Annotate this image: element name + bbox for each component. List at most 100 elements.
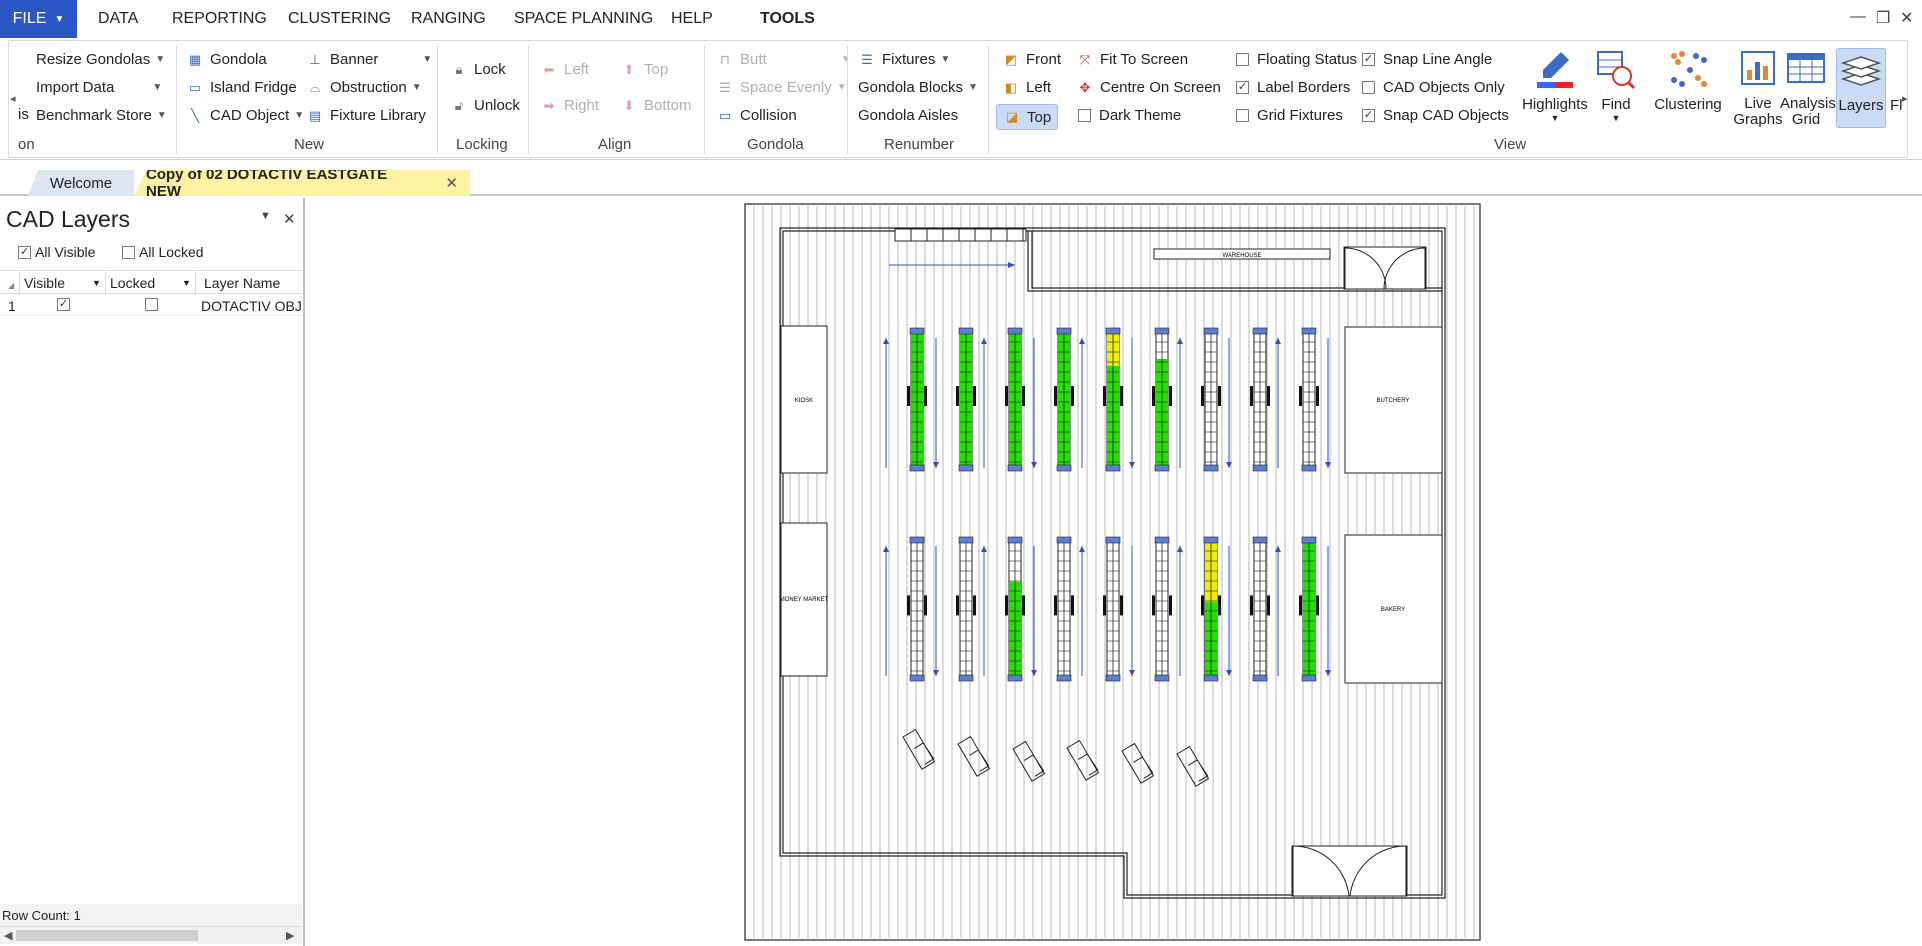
chevron-down-icon: ▼ [836, 82, 847, 93]
close-window-icon[interactable]: ✕ [1900, 8, 1913, 28]
cad-objects-only-checkbox[interactable]: CAD Objects Only [1362, 79, 1505, 96]
label-borders-checkbox[interactable]: ✓ Label Borders [1236, 79, 1350, 96]
lock-label: Lock [474, 61, 506, 78]
panel-title: CAD Layers [6, 206, 130, 232]
gondola-aisles-button[interactable]: Gondola Aisles [858, 107, 958, 124]
row-visible-checkbox[interactable]: ✓ [57, 298, 70, 311]
align-right-label: Right [564, 97, 600, 114]
all-visible-checkbox[interactable]: ✓ All Visible [18, 244, 95, 260]
floating-status-checkbox[interactable]: Floating Status [1236, 51, 1357, 68]
island-fridge-button[interactable]: ▭ Island Fridge [186, 79, 297, 96]
close-tab-icon[interactable]: ✕ [445, 174, 458, 192]
scroll-left-icon[interactable]: ◀ [4, 929, 12, 942]
dark-theme-checkbox[interactable]: Dark Theme [1078, 107, 1181, 124]
fit-to-screen-button[interactable]: ⤧ Fit To Screen [1076, 51, 1188, 68]
space-evenly-button[interactable]: ☰ Space Evenly ▼ [716, 79, 847, 96]
menu-help[interactable]: HELP [671, 10, 713, 28]
layers-button[interactable]: Layers [1836, 48, 1886, 128]
dark-theme-check-icon [1078, 109, 1091, 122]
align-left-button[interactable]: ⬅ Left [540, 61, 589, 78]
fixture-mark [924, 595, 927, 616]
table-row[interactable]: 1 ✓ DOTACTIV OBJE [0, 294, 302, 316]
gondola-blocks-button[interactable]: Gondola Blocks ▼ [858, 79, 978, 96]
menu-data[interactable]: DATA [98, 10, 138, 28]
obstruction-button[interactable]: ⌓ Obstruction ▼ [306, 79, 422, 96]
ribbon-separator [704, 46, 705, 154]
grid-fixtures-label: Grid Fixtures [1257, 107, 1343, 124]
align-top-button[interactable]: ⬆ Top [620, 61, 669, 78]
scroll-right-icon[interactable]: ▶ [286, 929, 294, 942]
resize-gondolas-button[interactable]: Resize Gondolas ▼ [36, 51, 165, 68]
benchmark-store-button[interactable]: Benchmark Store ▼ [36, 107, 167, 124]
row-locked-checkbox[interactable] [145, 298, 158, 311]
fixture-mark [1005, 386, 1008, 406]
fixture-library-button[interactable]: ▤ Fixture Library [306, 107, 426, 124]
restore-icon[interactable]: ❐ [1876, 8, 1890, 28]
top-view-icon: ◪ [1005, 109, 1019, 124]
fixture-mark [1120, 386, 1123, 406]
view-front-button[interactable]: ◩ Front [998, 51, 1065, 68]
menu-bar: FILE ▼ DATA REPORTING CLUSTERING RANGING … [0, 0, 1922, 38]
view-top-label: Top [1027, 108, 1052, 126]
align-bottom-button[interactable]: ⬇ Bottom [620, 97, 692, 114]
scrollbar-thumb[interactable] [16, 930, 198, 941]
menu-space-planning[interactable]: SPACE PLANNING [514, 10, 653, 28]
obstruction-label: Obstruction [330, 79, 407, 96]
butt-button[interactable]: ⊓ Butt ▼ [716, 51, 851, 68]
renumber-fixtures-label: Fixtures [882, 51, 936, 68]
ribbon-scroll-right-icon[interactable]: ▸ [1902, 92, 1908, 105]
floor-plan-canvas[interactable]: WAREHOUSE KIOSK MONEY MARKET BUTCHERY BA… [307, 198, 1922, 946]
ribbon-scroll-left-icon[interactable]: ◂ [10, 92, 16, 105]
fixture-mark [1316, 386, 1319, 406]
lock-button[interactable]: 🔒︎ Lock [450, 61, 506, 78]
all-visible-label: All Visible [35, 244, 96, 260]
gondola-button[interactable]: ▦ Gondola [186, 51, 267, 68]
column-layer-name[interactable]: Layer Name [196, 271, 302, 295]
fixture-mark [1103, 386, 1106, 406]
banner-button[interactable]: ⊥ Banner ▼ [306, 51, 432, 68]
filter-icon[interactable]: ▼ [92, 278, 101, 288]
view-left-label: Left [1026, 79, 1052, 96]
menu-file[interactable]: FILE ▼ [0, 0, 77, 38]
menu-tools[interactable]: TOOLS [760, 10, 815, 28]
front-view-icon: ◩ [1004, 51, 1018, 67]
gondola [1103, 327, 1123, 472]
collision-button[interactable]: ▭ Collision [716, 107, 797, 124]
fixture-mark [1201, 595, 1204, 616]
column-locked[interactable]: Locked ▼ [106, 271, 196, 295]
analysis-grid-button[interactable]: Analysis Grid [1780, 48, 1836, 128]
tab-document[interactable]: Copy of 02 DOTACTIV EASTGATE NEW ✕ [134, 170, 470, 196]
snap-line-angle-checkbox[interactable]: ✓ Snap Line Angle [1362, 51, 1492, 68]
import-data-button[interactable]: Import Data ▼ [36, 79, 162, 96]
panel-dropdown-icon[interactable]: ▼ [260, 210, 271, 222]
panel-close-icon[interactable]: ✕ [283, 210, 296, 228]
find-button[interactable]: Find ▼ [1594, 48, 1638, 128]
butchery-label: BUTCHERY [1377, 398, 1410, 404]
menu-ranging[interactable]: RANGING [411, 10, 486, 28]
unlock-button[interactable]: 🔓︎ Unlock [450, 97, 520, 114]
live-graphs-button[interactable]: Live Graphs [1730, 48, 1786, 128]
all-locked-checkbox[interactable]: All Locked [122, 244, 204, 260]
menu-reporting[interactable]: REPORTING [172, 10, 267, 28]
clustering-button[interactable]: Clustering [1650, 48, 1726, 128]
renumber-fixtures-button[interactable]: ☰ Fixtures ▼ [858, 51, 950, 68]
grid-fixtures-checkbox[interactable]: Grid Fixtures [1236, 107, 1343, 124]
arrow-head-icon [981, 338, 987, 344]
cad-object-button[interactable]: ╲ CAD Object ▼ [186, 107, 304, 124]
column-visible[interactable]: Visible ▼ [20, 271, 106, 295]
filter-icon[interactable]: ▼ [182, 278, 191, 288]
snap-cad-objects-checkbox[interactable]: ✓ Snap CAD Objects [1362, 107, 1509, 124]
end-cap [1252, 464, 1268, 472]
menu-clustering[interactable]: CLUSTERING [288, 10, 391, 28]
fixture-mark [1054, 386, 1057, 406]
highlights-button[interactable]: Highlights ▼ [1516, 48, 1594, 128]
fit-to-screen-icon: ⤧ [1079, 51, 1091, 67]
view-left-button[interactable]: ◧ Left [998, 79, 1055, 96]
view-top-button[interactable]: ◪ Top [996, 104, 1059, 130]
minimize-icon[interactable]: — [1850, 8, 1866, 26]
tab-welcome[interactable]: Welcome [28, 170, 134, 196]
horizontal-scrollbar[interactable]: ◀ ▶ [0, 926, 302, 944]
centre-on-screen-button[interactable]: ✥ Centre On Screen [1076, 79, 1221, 96]
align-right-button[interactable]: ➡ Right [540, 97, 599, 114]
ribbon-separator [528, 46, 529, 154]
